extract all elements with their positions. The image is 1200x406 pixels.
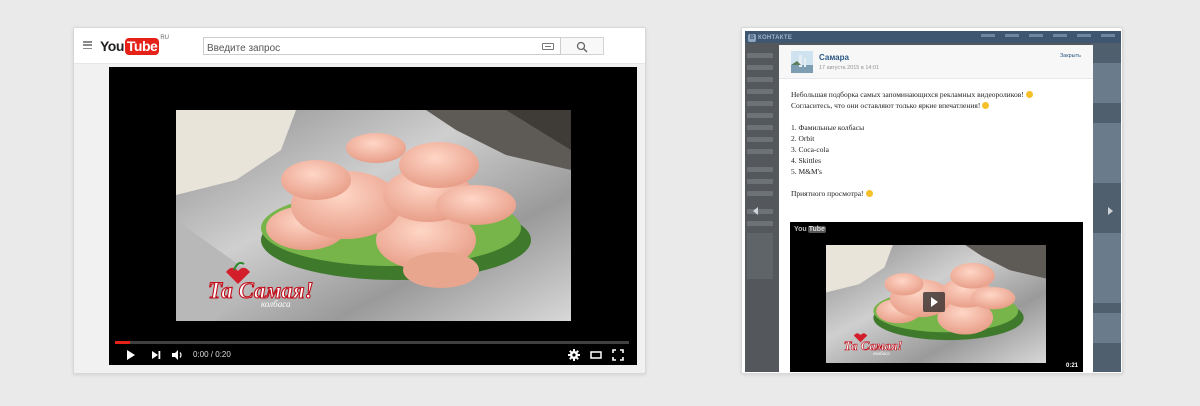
play-icon[interactable] (123, 348, 137, 362)
vk-top-link[interactable] (1029, 34, 1043, 37)
emoji-icon (865, 190, 873, 197)
thumb-brand-text: Та Самая! (844, 339, 903, 353)
post-line: 2. Orbit (791, 134, 815, 143)
vk-sidebar-item[interactable] (747, 89, 773, 94)
vk-logo-letter: В (748, 33, 756, 42)
emoji-icon (982, 102, 990, 109)
volume-icon[interactable] (170, 348, 184, 362)
youtube-header: You Tube RU (74, 28, 645, 64)
vk-sidebar-item[interactable] (747, 137, 773, 142)
fullscreen-icon[interactable] (611, 348, 625, 362)
thumb-brand-sub: колбаса (873, 352, 890, 357)
vk-sidebar-item[interactable] (747, 125, 773, 130)
vk-top-links (981, 34, 1115, 37)
settings-icon[interactable] (567, 348, 581, 362)
vk-top-link[interactable] (1053, 34, 1067, 37)
brand-sub-text: колбаса (261, 299, 291, 309)
vk-sidebar-item[interactable] (747, 191, 773, 196)
player-controls: 0:00 / 0:20 (109, 345, 637, 365)
post-line: 3. Coca-cola (791, 145, 829, 154)
vk-logo[interactable]: В КОНТАКТЕ (748, 33, 792, 42)
time-display: 0:00 / 0:20 (193, 350, 231, 359)
search-input[interactable] (204, 40, 534, 57)
logo-you-text: You (100, 38, 124, 54)
post-line: 5. M&M's (791, 167, 822, 176)
vk-post-popup: Самара 17 августа 2015 в 14:01 Закрыть Н… (779, 45, 1093, 372)
post-line: Небольшая подборка самых запоминающихся … (791, 90, 1024, 99)
vk-post-header: Самара 17 августа 2015 в 14:01 Закрыть (779, 45, 1093, 79)
post-video-embed[interactable]: You Tube Та Самая! колбаса 0:21 (790, 222, 1083, 372)
vk-top-link[interactable] (1101, 34, 1115, 37)
youtube-window: You Tube RU Введите запрос Та Самая! кол… (73, 27, 646, 374)
post-author[interactable]: Самара (819, 53, 849, 62)
vk-sidebar-item[interactable] (747, 167, 773, 172)
play-button-icon[interactable] (923, 292, 945, 312)
logo-tube-text: Tube (124, 37, 160, 55)
emoji-icon (1025, 91, 1033, 98)
youtube-badge[interactable]: You Tube (794, 226, 826, 233)
badge-you-text: You (794, 226, 807, 233)
vk-top-link[interactable] (981, 34, 995, 37)
prev-arrow-icon[interactable] (753, 207, 758, 215)
post-date[interactable]: 17 августа 2015 в 14:01 (819, 65, 879, 71)
avatar[interactable] (791, 51, 813, 73)
vk-topbar: В КОНТАКТЕ (745, 31, 1121, 43)
post-line: 4. Skittles (791, 156, 822, 165)
vk-sidebar-item[interactable] (747, 221, 773, 226)
search-box (203, 37, 561, 57)
vk-page-background: В КОНТАКТЕ Самара 17 августа 2015 в 14:0… (745, 31, 1121, 372)
vk-sidebar-item[interactable] (747, 149, 773, 154)
vk-logo-text: КОНТАКТЕ (758, 34, 793, 41)
vk-sidebar-item[interactable] (747, 113, 773, 118)
theater-mode-icon[interactable] (589, 348, 603, 362)
next-icon[interactable] (149, 348, 163, 362)
post-line: Согласитесь, что они оставляют только яр… (791, 101, 981, 110)
vk-sidebar-ad[interactable] (747, 233, 773, 279)
hamburger-icon[interactable] (83, 41, 92, 50)
post-line: Приятного просмотра! (791, 189, 864, 198)
post-line: 1. Фамильные колбасы (791, 123, 865, 132)
vk-sidebar-item[interactable] (747, 65, 773, 70)
badge-tube-text: Tube (807, 226, 826, 233)
keyboard-icon[interactable] (542, 43, 554, 50)
search-icon (576, 41, 588, 53)
close-link[interactable]: Закрыть (1060, 53, 1081, 59)
logo-region: RU (160, 35, 169, 41)
vk-sidebar-item[interactable] (747, 101, 773, 106)
vk-sidebar-item[interactable] (747, 209, 773, 214)
vk-top-link[interactable] (1077, 34, 1091, 37)
vk-window: В КОНТАКТЕ Самара 17 августа 2015 в 14:0… (741, 27, 1123, 374)
vk-sidebar-item[interactable] (747, 53, 773, 58)
post-text: Небольшая подборка самых запоминающихся … (791, 89, 1081, 199)
vk-sidebar-item[interactable] (747, 179, 773, 184)
vk-sidebar-item[interactable] (747, 77, 773, 82)
video-frame[interactable]: Та Самая! колбаса (176, 110, 571, 321)
progress-bar[interactable] (115, 341, 629, 344)
youtube-logo[interactable]: You Tube RU (100, 35, 169, 55)
video-frame-image: Та Самая! колбаса (176, 110, 571, 321)
vk-top-link[interactable] (1005, 34, 1019, 37)
next-arrow-icon[interactable] (1108, 207, 1113, 215)
vk-page-right-column (1091, 43, 1121, 372)
search-button[interactable] (561, 37, 604, 55)
vk-sidebar (747, 53, 775, 279)
progress-fill (115, 341, 131, 344)
video-duration: 0:21 (1065, 363, 1078, 369)
video-player[interactable]: Та Самая! колбаса 0:00 / 0:20 (109, 67, 637, 365)
